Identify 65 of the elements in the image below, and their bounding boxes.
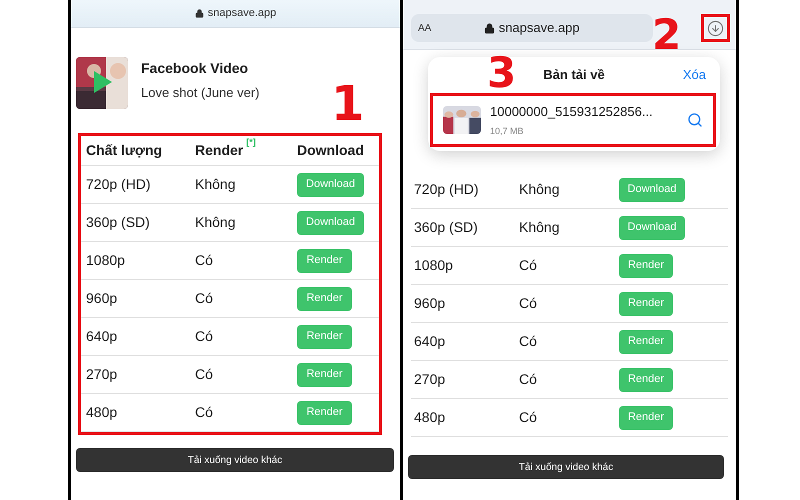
address-text: snapsave.app [498, 19, 580, 38]
quality-cell-text: 960p [413, 294, 446, 313]
quality-cell-text: 1080p [85, 251, 126, 270]
download-option-button[interactable]: Render [297, 400, 352, 424]
render-cell-text: Có [195, 251, 214, 270]
quality-cell-text: 640p [85, 327, 118, 346]
file-size: 10,7 MB [490, 124, 525, 138]
render-cell-text: Có [519, 294, 538, 313]
render-cell-text: Không [195, 213, 236, 232]
video-title: Facebook Video [141, 59, 250, 78]
download-option-button[interactable]: Render [619, 368, 673, 392]
address-text[interactable]: snapsave.app [208, 5, 276, 22]
download-option-button[interactable]: Download [297, 210, 364, 234]
download-option-button[interactable]: Render [297, 286, 352, 310]
download-option-button[interactable]: Render [297, 248, 352, 272]
column-header: Render [195, 141, 244, 160]
render-cell-text: Không [519, 180, 560, 199]
download-option-button[interactable]: Download [297, 172, 364, 196]
quality-cell-text: 480p [85, 403, 118, 422]
download-other-video-button[interactable]: Tải xuống video khác [76, 448, 394, 472]
quality-cell-text: 720p (HD) [85, 175, 152, 194]
render-cell-text: Có [519, 408, 538, 427]
popover-title: Bản tải về [543, 66, 605, 84]
quality-cell-text: 1080p [413, 256, 454, 275]
downloads-button[interactable] [707, 20, 724, 36]
file-name: 10000000_515931252856... [490, 103, 654, 121]
footnote-link[interactable]: [*] [246, 136, 256, 150]
quality-cell-text: 640p [413, 332, 446, 351]
render-cell-text: Có [519, 370, 538, 389]
render-cell-text: Không [195, 175, 236, 194]
search-icon[interactable] [687, 112, 703, 128]
address-field[interactable]: AA snapsave.app [411, 14, 653, 42]
clear-link[interactable]: Xóa [682, 65, 706, 85]
download-item[interactable]: 10000000_515931252856... 10,7 MB [490, 102, 687, 138]
quality-cell-text: 720p (HD) [413, 180, 480, 199]
quality-cell-text: 360p (SD) [85, 213, 151, 232]
column-header: Download [297, 141, 364, 160]
download-option-button[interactable]: Render [619, 292, 673, 316]
download-option-button[interactable]: Render [619, 254, 673, 278]
render-cell-text: Có [195, 403, 214, 422]
quality-cell-text: 960p [85, 289, 118, 308]
step-number: 1 [331, 80, 364, 128]
download-other-video-button[interactable]: Tải xuống video khác [408, 455, 724, 479]
step-number: 3 [487, 52, 516, 94]
render-cell-text: Có [519, 256, 538, 275]
quality-cell-text: 360p (SD) [413, 218, 479, 237]
step-number: 2 [652, 14, 682, 56]
render-cell-text: Có [519, 332, 538, 351]
video-subtitle: Love shot (June ver) [141, 84, 260, 102]
download-option-button[interactable]: Render [297, 362, 352, 386]
quality-cell-text: 270p [413, 370, 446, 389]
download-option-button[interactable]: Download [619, 178, 685, 202]
text-size-button[interactable]: AA [418, 20, 432, 36]
render-cell-text: Có [195, 327, 214, 346]
download-option-button[interactable]: Render [297, 324, 352, 348]
column-header: Chất lượng [85, 141, 164, 160]
download-option-button[interactable]: Download [619, 216, 685, 240]
render-cell-text: Không [519, 218, 560, 237]
quality-cell-text: 270p [85, 365, 118, 384]
download-option-button[interactable]: Render [619, 406, 673, 430]
quality-cell-text: 480p [413, 408, 446, 427]
play-icon [94, 71, 112, 93]
render-cell-text: Có [195, 365, 214, 384]
download-option-button[interactable]: Render [619, 330, 673, 354]
render-cell-text: Có [195, 289, 214, 308]
